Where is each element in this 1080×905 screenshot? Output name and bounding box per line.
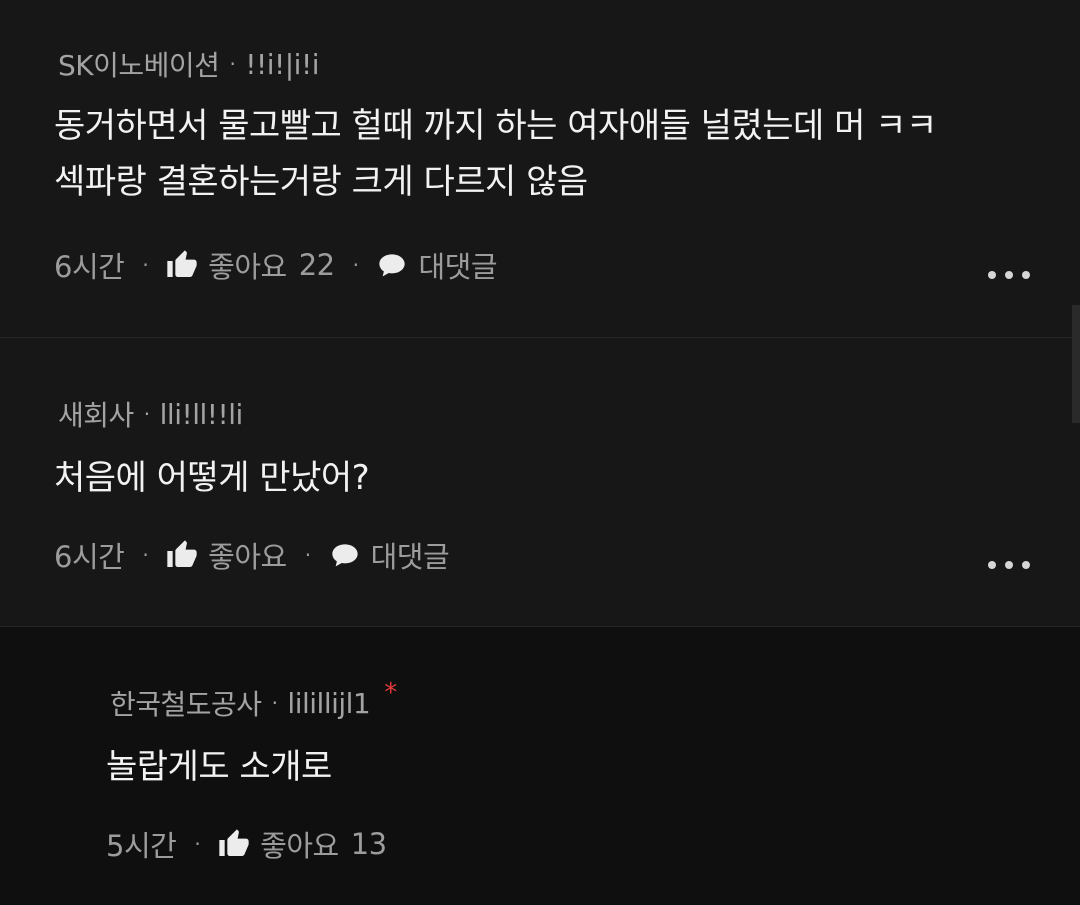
like-count: 22 [298, 248, 335, 282]
like-button[interactable]: 좋아요 13 [218, 823, 387, 865]
user-handle: !!i!|i!i [245, 47, 319, 81]
like-button[interactable]: 좋아요 22 [166, 244, 335, 286]
comment-item: 새회사 · lli!ll!!li 처음에 어떻게 만났어? 6시간 · 좋아요 … [0, 338, 1080, 626]
timestamp: 6시간 [54, 540, 125, 574]
separator-dot: · [271, 691, 278, 715]
comment-meta: 6시간 · 좋아요 · 대댓글 [54, 534, 450, 576]
comment-author[interactable]: SK이노베이션 · !!i!|i!i [58, 44, 319, 84]
comment-body: 동거하면서 물고빨고 헐때 까지 하는 여자애들 널렸는데 머 ㅋㅋ 섹파랑 결… [54, 98, 937, 210]
reply-item: 한국철도공사 · lilillijl1 * 놀랍게도 소개로 5시간 · 좋아요… [0, 627, 1080, 905]
author-marker: * [384, 678, 397, 708]
reply-button[interactable]: 대댓글 [376, 244, 498, 286]
comment-meta: 6시간 · 좋아요 22 · 대댓글 [54, 244, 498, 286]
speech-bubble-icon [376, 249, 408, 281]
separator-dot: · [304, 543, 311, 567]
separator-dot: · [142, 543, 149, 567]
company-name: 한국철도공사 [110, 688, 262, 721]
timestamp: 5시간 [106, 829, 177, 863]
comment-line: 동거하면서 물고빨고 헐때 까지 하는 여자애들 널렸는데 머 ㅋㅋ [54, 106, 937, 146]
user-handle: lli!ll!!li [159, 397, 244, 431]
more-horizontal-icon[interactable] [988, 268, 1030, 282]
like-label: 좋아요 [208, 540, 287, 574]
company-name: SK이노베이션 [58, 49, 220, 82]
like-label: 좋아요 [260, 829, 339, 863]
company-name: 새회사 [58, 399, 134, 432]
speech-bubble-icon [329, 539, 361, 571]
like-count: 13 [350, 827, 387, 861]
comment-line: 섹파랑 결혼하는거랑 크게 다르지 않음 [54, 162, 588, 202]
comment-line: 놀랍게도 소개로 [106, 747, 332, 787]
like-button[interactable]: 좋아요 [166, 534, 287, 576]
thumbs-up-icon [166, 539, 198, 571]
comment-line: 처음에 어떻게 만났어? [54, 458, 370, 498]
reply-button[interactable]: 대댓글 [329, 534, 450, 576]
reply-label: 대댓글 [418, 250, 498, 284]
more-horizontal-icon[interactable] [988, 558, 1030, 572]
separator-dot: · [229, 52, 236, 76]
separator-dot: · [352, 253, 359, 277]
separator-dot: · [142, 253, 149, 277]
timestamp: 6시간 [54, 250, 125, 284]
thumbs-up-icon [218, 828, 250, 860]
comment-body: 놀랍게도 소개로 [106, 739, 332, 795]
comment-meta: 5시간 · 좋아요 13 [106, 823, 387, 865]
scrollbar[interactable] [1072, 305, 1080, 423]
like-label: 좋아요 [208, 250, 287, 284]
separator-dot: · [194, 832, 201, 856]
user-handle: lilillijl1 [287, 686, 371, 720]
comment-item: SK이노베이션 · !!i!|i!i 동거하면서 물고빨고 헐때 까지 하는 여… [0, 0, 1080, 337]
comment-author[interactable]: 한국철도공사 · lilillijl1 * [110, 678, 397, 723]
thumbs-up-icon [166, 249, 198, 281]
comment-body: 처음에 어떻게 만났어? [54, 450, 370, 506]
reply-label: 대댓글 [370, 540, 450, 574]
comment-author[interactable]: 새회사 · lli!ll!!li [58, 394, 243, 434]
separator-dot: · [143, 402, 150, 426]
